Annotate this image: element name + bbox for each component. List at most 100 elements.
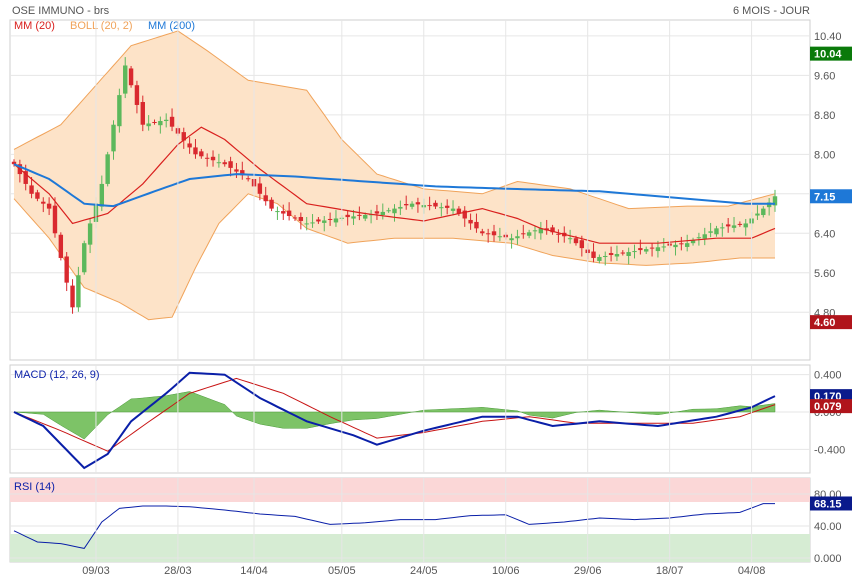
candle-up bbox=[398, 206, 403, 209]
candle-down bbox=[556, 233, 561, 235]
candle-up bbox=[386, 210, 391, 212]
candle-up bbox=[644, 249, 649, 252]
candle-up bbox=[532, 230, 538, 232]
candle-down bbox=[444, 205, 450, 208]
candle-up bbox=[673, 244, 678, 248]
candle-down bbox=[140, 102, 145, 125]
price-panel: 10.409.608.808.007.206.405.604.80 MM (20… bbox=[9, 19, 852, 361]
candle-down bbox=[169, 116, 175, 127]
candle-up bbox=[515, 236, 520, 239]
candle-up bbox=[87, 223, 93, 245]
candle-down bbox=[521, 233, 526, 235]
macd-histogram bbox=[13, 391, 776, 440]
rsi-tick-label: 40.00 bbox=[814, 521, 842, 533]
candle-down bbox=[480, 231, 485, 234]
candle-up bbox=[123, 65, 128, 94]
candle-down bbox=[234, 169, 239, 172]
candle-up bbox=[755, 213, 760, 216]
legend-boll: BOLL (20, 2) bbox=[70, 20, 133, 32]
value-flag-label: 4.60 bbox=[814, 317, 835, 329]
candle-up bbox=[708, 231, 713, 233]
candle-down bbox=[737, 223, 743, 225]
candle-down bbox=[152, 121, 157, 123]
candle-up bbox=[450, 208, 456, 211]
candle-up bbox=[105, 154, 110, 184]
candle-up bbox=[76, 275, 81, 308]
candle-down bbox=[433, 202, 438, 207]
candle-down bbox=[591, 251, 596, 258]
candle-up bbox=[304, 223, 309, 225]
candle-up bbox=[603, 255, 608, 257]
candle-up bbox=[146, 123, 151, 127]
candle-up bbox=[655, 247, 661, 252]
x-tick-label: 29/06 bbox=[574, 565, 602, 577]
candle-down bbox=[292, 217, 298, 219]
candle-down bbox=[374, 211, 380, 214]
candle-up bbox=[761, 208, 766, 216]
candle-down bbox=[134, 85, 140, 105]
bollinger-band bbox=[14, 30, 775, 320]
candle-up bbox=[720, 227, 725, 229]
candle-up bbox=[526, 232, 532, 236]
candle-up bbox=[392, 208, 397, 214]
candle-down bbox=[222, 162, 227, 165]
candle-down bbox=[620, 252, 625, 254]
candle-up bbox=[322, 220, 327, 223]
candle-up bbox=[409, 203, 415, 207]
candle-up bbox=[614, 254, 620, 257]
candle-down bbox=[649, 247, 655, 249]
candle-up bbox=[439, 207, 444, 209]
value-flag-label: 68.15 bbox=[814, 498, 842, 510]
x-tick-label: 05/05 bbox=[328, 565, 356, 577]
candle-down bbox=[269, 199, 274, 209]
candle-down bbox=[199, 151, 204, 157]
macd-tick-label: -0.400 bbox=[814, 444, 845, 456]
x-tick-label: 14/04 bbox=[240, 565, 268, 577]
candle-down bbox=[638, 248, 643, 251]
candle-up bbox=[497, 236, 503, 238]
candle-down bbox=[228, 161, 233, 168]
candle-down bbox=[281, 211, 286, 214]
period-label: 6 MOIS - JOUR bbox=[733, 5, 810, 17]
candle-down bbox=[474, 221, 479, 229]
price-tick-label: 8.80 bbox=[814, 110, 835, 122]
candle-down bbox=[35, 192, 40, 199]
candle-up bbox=[684, 243, 690, 247]
legend-mm200: MM (200) bbox=[148, 20, 195, 32]
candle-down bbox=[468, 219, 473, 224]
candle-up bbox=[661, 246, 666, 248]
macd-legend: MACD (12, 26, 9) bbox=[14, 369, 100, 381]
candle-down bbox=[210, 156, 216, 161]
candle-up bbox=[117, 95, 122, 127]
candle-down bbox=[245, 178, 251, 180]
candle-down bbox=[679, 243, 684, 245]
x-tick-label: 09/03 bbox=[82, 565, 110, 577]
stock-chart: OSE IMMUNO - brs 6 MOIS - JOUR 10.40 9.60… bbox=[9, 5, 852, 577]
candle-down bbox=[58, 234, 64, 258]
chart-title: OSE IMMUNO - brs bbox=[12, 5, 110, 17]
candle-down bbox=[491, 231, 497, 236]
candle-up bbox=[626, 252, 631, 256]
candle-up bbox=[363, 214, 368, 219]
candle-down bbox=[608, 253, 614, 256]
candle-down bbox=[70, 285, 75, 308]
candle-up bbox=[696, 237, 702, 239]
candle-down bbox=[187, 143, 192, 148]
candle-up bbox=[333, 218, 339, 223]
candle-down bbox=[357, 214, 362, 216]
x-tick-label: 18/07 bbox=[656, 565, 684, 577]
candle-up bbox=[310, 222, 315, 224]
candle-up bbox=[567, 238, 573, 240]
candle-down bbox=[52, 205, 58, 234]
candle-down bbox=[29, 185, 34, 194]
candle-down bbox=[573, 238, 579, 244]
candle-up bbox=[216, 162, 222, 164]
candle-down bbox=[298, 217, 304, 221]
candle-down bbox=[404, 204, 409, 206]
candle-down bbox=[204, 157, 210, 159]
price-tick-label: 10.40 bbox=[814, 31, 842, 43]
x-tick-label: 24/05 bbox=[410, 565, 438, 577]
candle-up bbox=[164, 119, 169, 122]
candle-up bbox=[731, 225, 737, 228]
candle-up bbox=[509, 238, 514, 241]
